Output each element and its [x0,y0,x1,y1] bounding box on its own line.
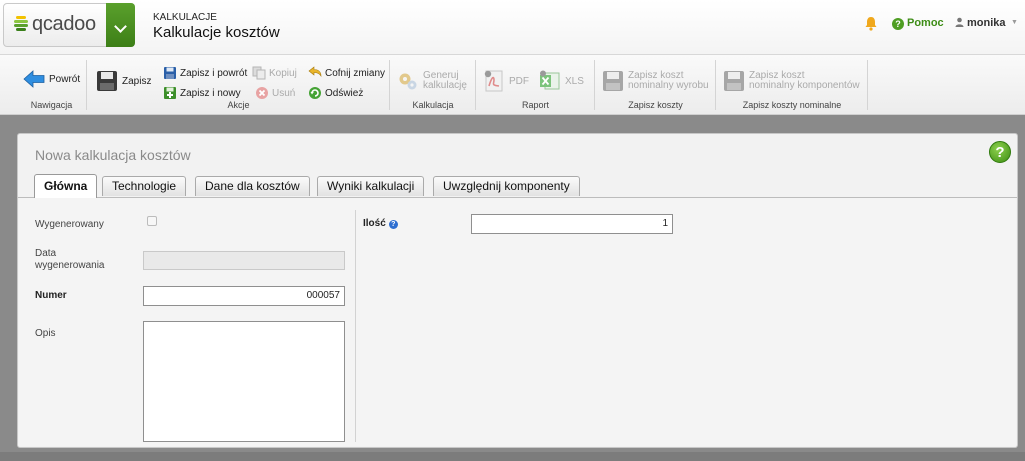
save-and-new-label: Zapisz i nowy [180,87,241,99]
undo-icon [308,66,322,78]
group-label-actions: Akcje [227,100,250,110]
tab-main[interactable]: Główna [34,174,98,198]
top-bar: qcadoo KALKULACJE Kalkulacje kosztów ? Po… [0,0,1025,55]
save-and-new-button[interactable]: Zapisz i nowy [163,86,241,100]
quantity-label: Ilość? [363,218,398,230]
copy-button[interactable]: Kopiuj [252,66,297,80]
group-label-report: Raport [521,100,549,110]
save-back-icon [164,67,176,79]
quantity-field[interactable]: 1 [471,214,673,234]
column-divider [355,210,356,442]
save-product-cost-label-line2: nominalny wyrobu [628,80,709,91]
group-label-calculation: Kalkulacja [412,100,454,110]
ribbon-group-navigation: Powrót Nawigacja [17,60,87,110]
tab-technologies[interactable]: Technologie [102,176,187,196]
copy-label: Kopiuj [269,67,297,79]
page-title: Kalkulacje kosztów [153,24,280,41]
group-label-save-nominal-costs: Zapisz koszty nominalne [742,100,842,110]
floppy-disk-disabled-icon [724,71,744,91]
pdf-icon [484,70,503,92]
ribbon-group-actions: Zapisz Zapisz i powrót Zapisz i nowy Kop… [88,60,390,110]
user-menu[interactable]: monika [955,17,1006,29]
bell-icon[interactable] [864,16,878,31]
back-arrow-icon [23,70,45,88]
qcadoo-logo-icon [14,16,28,36]
gears-icon [399,73,417,90]
bottom-strip [0,452,1025,461]
delete-button[interactable]: Usuń [255,86,295,100]
quantity-info-icon[interactable]: ? [388,220,398,229]
user-icon [955,17,964,27]
form-title: Nowa kalkulacja kosztów [35,147,191,163]
delete-label: Usuń [272,87,296,99]
ribbon-group-calculation: Generuj kalkulację Kalkulacja [391,60,476,110]
save-product-nominal-cost-button[interactable]: Zapisz koszt nominalny wyrobu [602,70,709,92]
generate-label-line2: kalkulację [423,80,467,91]
save-and-back-label: Zapisz i powrót [180,67,248,79]
group-label-save-costs: Zapisz koszty [628,100,683,110]
back-button[interactable]: Powrót [23,68,80,90]
help-link[interactable]: ? Pomoc [892,17,944,30]
pdf-button[interactable]: PDF [483,70,529,92]
ribbon-group-report: PDF XLS Raport [477,60,595,110]
save-components-cost-label-line2: nominalny komponentów [749,80,860,91]
generation-date-field [143,251,345,270]
help-label: Pomoc [907,17,944,29]
save-new-icon [164,87,176,99]
save-button[interactable]: Zapisz [96,70,151,92]
breadcrumb-category: KALKULACJE [153,12,217,23]
undo-changes-label: Cofnij zmiany [325,67,386,79]
main-menu-dropdown-button[interactable] [106,3,135,47]
refresh-label: Odśwież [325,87,364,99]
number-label: Numer [35,290,67,301]
xls-icon [540,70,560,90]
logo-text: qcadoo [32,13,96,35]
delete-icon [256,87,268,99]
form-help-icon[interactable]: ? [989,141,1011,163]
generate-calculation-button[interactable]: Generuj kalkulację [397,70,467,92]
xls-label: XLS [565,75,584,87]
user-name: monika [967,17,1006,29]
refresh-icon [309,87,321,99]
floppy-disk-icon [97,71,117,91]
save-components-nominal-cost-button[interactable]: Zapisz koszt nominalny komponentów [723,70,860,92]
pdf-label: PDF [509,75,529,87]
ribbon-group-save-nominal-costs: Zapisz koszt nominalny komponentów Zapisz… [717,60,868,110]
save-label: Zapisz [122,75,152,87]
number-field[interactable]: 000057 [143,286,345,306]
floppy-disk-disabled-icon [603,71,623,91]
ribbon-toolbar: Powrót Nawigacja Zapisz Zapisz i powrót … [0,55,1025,115]
copy-icon [252,66,266,80]
generated-label: Wygenerowany [35,219,104,230]
tab-main-content: Wygenerowany Data wygenerowania Numer 000… [19,198,1016,446]
back-label: Powrót [49,73,81,85]
user-caret-icon[interactable]: ▼ [1011,19,1018,26]
group-label-navigation: Nawigacja [30,100,73,110]
app-logo-menu[interactable]: qcadoo [3,3,135,47]
save-and-back-button[interactable]: Zapisz i powrót [163,66,247,80]
undo-changes-button[interactable]: Cofnij zmiany [308,66,385,80]
generation-date-label: Data wygenerowania [35,248,105,271]
cost-calculation-form-panel: Nowa kalkulacja kosztów ? Główna Technol… [17,133,1018,448]
description-label: Opis [35,328,56,339]
tab-calculation-results[interactable]: Wyniki kalkulacji [317,176,425,196]
tab-include-components[interactable]: Uwzględnij komponenty [433,176,580,196]
generated-checkbox [147,216,157,226]
ribbon-group-save-costs: Zapisz koszt nominalny wyrobu Zapisz kosz… [596,60,716,110]
description-textarea[interactable] [143,321,345,442]
help-icon: ? [892,18,904,30]
refresh-button[interactable]: Odśwież [308,86,363,100]
xls-button[interactable]: XLS [539,70,584,92]
tab-cost-data[interactable]: Dane dla kosztów [195,176,310,196]
